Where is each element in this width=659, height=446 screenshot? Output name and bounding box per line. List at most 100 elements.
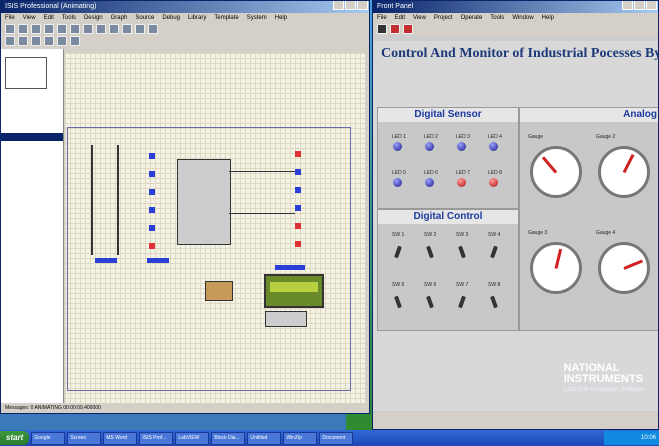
led-component[interactable] <box>295 151 301 157</box>
output-component[interactable] <box>295 187 301 193</box>
minimize-icon[interactable] <box>333 1 344 10</box>
bus-label[interactable] <box>95 258 117 263</box>
start-button[interactable]: start <box>0 431 30 445</box>
component-icon[interactable] <box>5 36 15 46</box>
toggle-switch[interactable] <box>490 295 498 309</box>
menu-item-help[interactable]: Help <box>542 15 554 21</box>
taskbar-button[interactable]: WinZip <box>283 431 318 445</box>
isis-toolbar-1[interactable] <box>1 23 369 35</box>
paste-icon[interactable] <box>148 24 158 34</box>
gauge-dial[interactable] <box>530 242 582 294</box>
junction-icon[interactable] <box>18 36 28 46</box>
zoom-in-icon[interactable] <box>70 24 80 34</box>
zoom-out-icon[interactable] <box>83 24 93 34</box>
subcircuit-icon[interactable] <box>70 36 80 46</box>
menu-item-graph[interactable]: Graph <box>111 15 128 21</box>
taskbar-button[interactable]: ISIS Prof... <box>139 431 174 445</box>
menu-item-edit[interactable]: Edit <box>395 15 405 21</box>
output-component[interactable] <box>295 169 301 175</box>
menu-item-design[interactable]: Design <box>84 15 103 21</box>
schematic-canvas[interactable] <box>65 53 365 403</box>
device-selector-panel[interactable] <box>1 49 64 404</box>
pot-component[interactable] <box>275 265 305 270</box>
toggle-switch[interactable] <box>458 245 466 259</box>
labview-titlebar[interactable]: Front Panel <box>373 1 658 13</box>
pause-icon[interactable] <box>403 24 413 34</box>
window-controls[interactable] <box>333 1 369 13</box>
text-icon[interactable] <box>44 36 54 46</box>
redo-icon[interactable] <box>109 24 119 34</box>
switch-component[interactable] <box>149 189 155 195</box>
menu-item-view[interactable]: View <box>23 15 36 21</box>
close-icon[interactable] <box>357 1 368 10</box>
gauge-dial[interactable] <box>598 146 650 198</box>
serial-port-component[interactable] <box>205 281 233 301</box>
toggle-switch[interactable] <box>490 245 498 259</box>
taskbar-button[interactable]: LabVIEW <box>175 431 210 445</box>
bus-label[interactable] <box>147 258 169 263</box>
abort-icon[interactable] <box>390 24 400 34</box>
menu-item-view[interactable]: View <box>413 15 426 21</box>
copy-icon[interactable] <box>135 24 145 34</box>
switch-component[interactable] <box>149 207 155 213</box>
new-icon[interactable] <box>5 24 15 34</box>
microcontroller-chip[interactable] <box>177 159 231 245</box>
led-component[interactable] <box>295 241 301 247</box>
led-component[interactable] <box>295 223 301 229</box>
menu-item-file[interactable]: File <box>377 15 387 21</box>
isis-titlebar[interactable]: ISIS Professional (Animating) <box>1 1 369 13</box>
toggle-switch[interactable] <box>394 245 402 259</box>
menu-item-edit[interactable]: Edit <box>44 15 54 21</box>
isis-window[interactable]: ISIS Professional (Animating) File View Ed… <box>0 0 370 414</box>
labview-window[interactable]: Front Panel File Edit View Project Operate To… <box>372 0 659 430</box>
switch-component[interactable] <box>149 225 155 231</box>
taskbar-button[interactable]: Screen <box>67 431 102 445</box>
menu-item-library[interactable]: Library <box>188 15 206 21</box>
minimize-icon[interactable] <box>622 1 633 10</box>
menu-item-debug[interactable]: Debug <box>162 15 180 21</box>
menu-item-template[interactable]: Template <box>214 15 238 21</box>
taskbar-button[interactable]: MS Word <box>103 431 138 445</box>
toggle-switch[interactable] <box>426 245 434 259</box>
undo-icon[interactable] <box>96 24 106 34</box>
led-component[interactable] <box>149 243 155 249</box>
open-icon[interactable] <box>18 24 28 34</box>
save-icon[interactable] <box>31 24 41 34</box>
menu-item-source[interactable]: Source <box>135 15 154 21</box>
cut-icon[interactable] <box>122 24 132 34</box>
driver-chip[interactable] <box>265 311 307 327</box>
menu-item-tools[interactable]: Tools <box>62 15 76 21</box>
menu-item-operate[interactable]: Operate <box>461 15 483 21</box>
menu-item-project[interactable]: Project <box>434 15 453 21</box>
run-arrow-icon[interactable] <box>377 24 387 34</box>
isis-menubar[interactable]: File View Edit Tools Design Graph Source Debug L… <box>1 13 369 23</box>
menu-item-tools[interactable]: Tools <box>490 15 504 21</box>
window-controls[interactable] <box>622 1 658 13</box>
menu-item-file[interactable]: File <box>5 15 15 21</box>
close-icon[interactable] <box>646 1 657 10</box>
lcd-display[interactable] <box>264 274 324 308</box>
print-icon[interactable] <box>44 24 54 34</box>
label-icon[interactable] <box>31 36 41 46</box>
switch-component[interactable] <box>149 171 155 177</box>
output-component[interactable] <box>295 205 301 211</box>
menu-item-window[interactable]: Window <box>512 15 533 21</box>
bus-icon[interactable] <box>57 36 67 46</box>
maximize-icon[interactable] <box>345 1 356 10</box>
labview-menubar[interactable]: File Edit View Project Operate Tools Window Hel… <box>373 13 658 23</box>
switch-component[interactable] <box>149 153 155 159</box>
taskbar-button[interactable]: Untitled <box>247 431 282 445</box>
gauge-dial[interactable] <box>598 242 650 294</box>
isis-toolbar-2[interactable] <box>1 35 369 47</box>
taskbar-button[interactable]: Google <box>31 431 66 445</box>
taskbar-button[interactable]: Document <box>319 431 354 445</box>
grid-icon[interactable] <box>57 24 67 34</box>
menu-item-system[interactable]: System <box>247 15 267 21</box>
taskbar-button[interactable]: Block Dia... <box>211 431 246 445</box>
maximize-icon[interactable] <box>634 1 645 10</box>
menu-item-help[interactable]: Help <box>275 15 287 21</box>
toggle-switch[interactable] <box>394 295 402 309</box>
labview-toolbar[interactable] <box>373 23 658 35</box>
gauge-dial[interactable] <box>530 146 582 198</box>
toggle-switch[interactable] <box>426 295 434 309</box>
